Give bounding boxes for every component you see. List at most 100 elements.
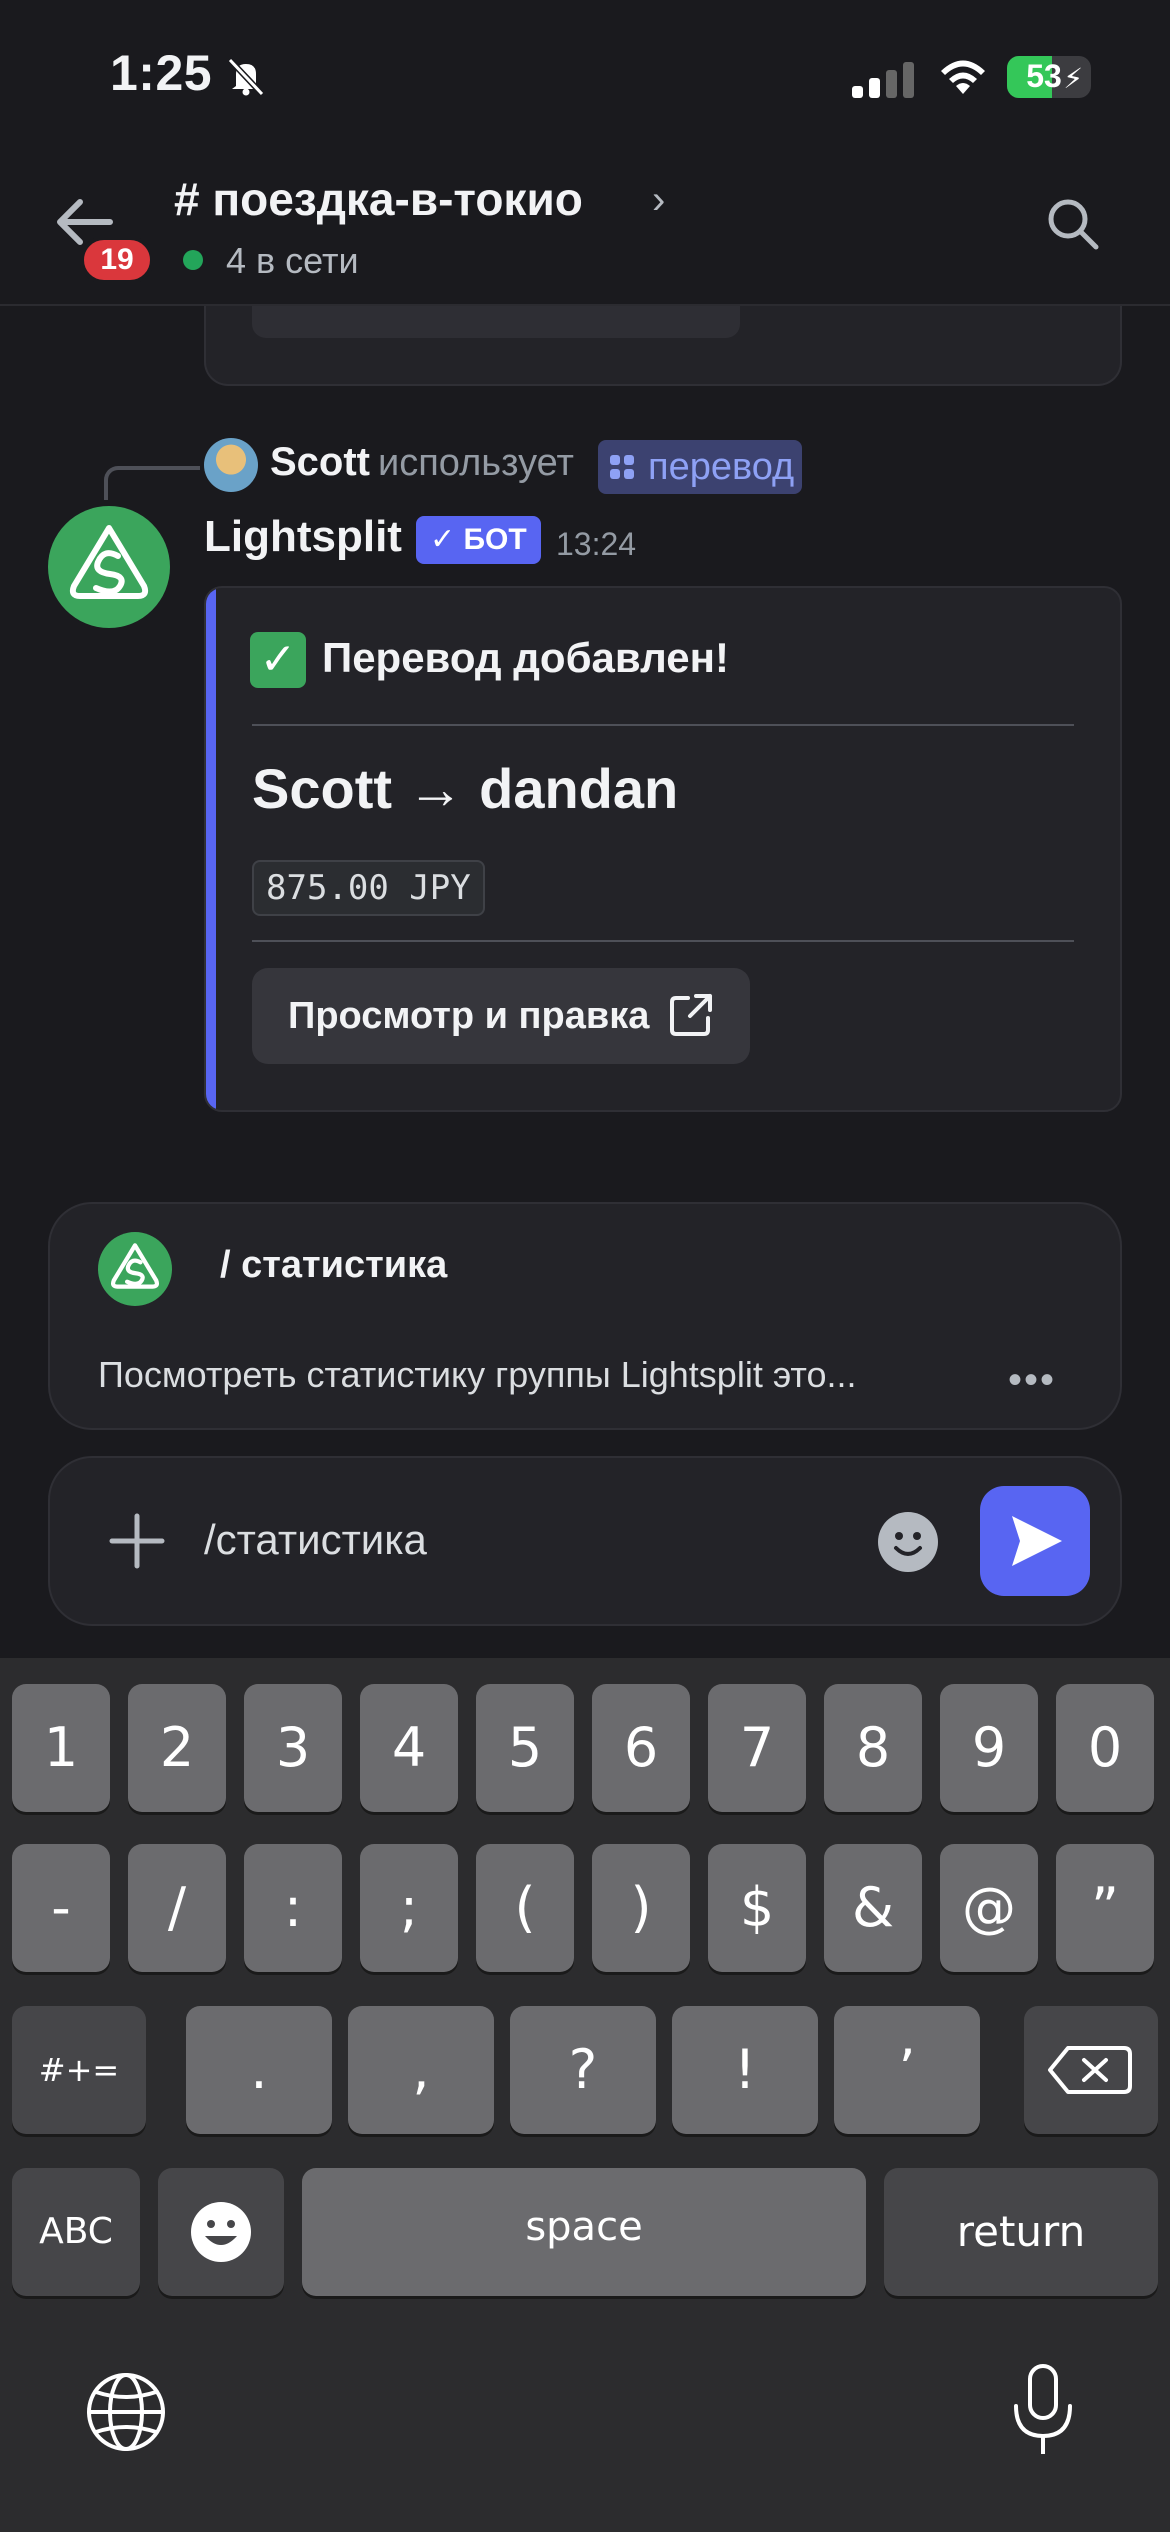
embed-title: ✓ Перевод добавлен!: [250, 632, 729, 688]
online-count: 4 в сети: [226, 240, 359, 281]
key-at[interactable]: @: [940, 1844, 1038, 1972]
backspace-icon: [1048, 2046, 1132, 2094]
space-label: space: [525, 2204, 643, 2250]
key-hyphen[interactable]: -: [12, 1844, 110, 1972]
key-close-paren[interactable]: ): [592, 1844, 690, 1972]
view-edit-button[interactable]: Просмотр и правка: [252, 968, 750, 1064]
command-pill[interactable]: перевод: [598, 440, 803, 494]
key-label: ”: [1091, 1876, 1119, 1939]
key-label: ’: [898, 2038, 916, 2101]
key-label: 5: [507, 1716, 543, 1779]
key-label: /: [167, 1876, 187, 1939]
key-label: 9: [971, 1716, 1007, 1779]
embed-divider: [252, 940, 1074, 942]
key-label: .: [250, 2038, 268, 2101]
channel-title[interactable]: # поездка-в-токио: [174, 172, 583, 226]
return-key[interactable]: return: [884, 2168, 1158, 2296]
key-label: (: [514, 1876, 536, 1939]
online-status-dot: [183, 250, 203, 270]
previous-embed-button[interactable]: [252, 306, 740, 338]
view-edit-label: Просмотр и правка: [288, 995, 650, 1037]
key-8[interactable]: 8: [824, 1684, 922, 1812]
app-command-icon: [610, 455, 634, 479]
key-label: 1: [43, 1716, 79, 1779]
reply-username[interactable]: Scott: [270, 440, 370, 485]
emoji-face-icon: [191, 2202, 251, 2262]
key-label: ,: [412, 2038, 430, 2101]
embed-accent-bar: [206, 588, 216, 1110]
bot-username[interactable]: Lightsplit: [204, 512, 402, 562]
key-label: 2: [159, 1716, 195, 1779]
key-6[interactable]: 6: [592, 1684, 690, 1812]
abc-mode-label: ABC: [39, 2211, 113, 2252]
bot-avatar[interactable]: [48, 506, 170, 628]
chevron-right-icon[interactable]: ›: [652, 178, 665, 223]
key-4[interactable]: 4: [360, 1684, 458, 1812]
silent-bell-icon: [227, 57, 265, 96]
symbols-mode-key[interactable]: #+=: [12, 2006, 146, 2134]
emoji-icon[interactable]: [878, 1512, 938, 1572]
key-slash[interactable]: /: [128, 1844, 226, 1972]
key-period[interactable]: .: [186, 2006, 332, 2134]
message-input[interactable]: /статистика: [204, 1516, 427, 1564]
check-mark-icon: ✓: [250, 632, 306, 688]
reply-connector: [104, 466, 200, 500]
key-quote[interactable]: ”: [1056, 1844, 1154, 1972]
key-label: -: [51, 1876, 71, 1939]
key-label: 8: [855, 1716, 891, 1779]
key-exclamation[interactable]: !: [672, 2006, 818, 2134]
microphone-icon[interactable]: [1006, 2362, 1080, 2458]
suggestion-command[interactable]: / статистика: [220, 1244, 447, 1287]
status-time: 1:25: [110, 45, 213, 101]
key-colon[interactable]: :: [244, 1844, 342, 1972]
globe-icon[interactable]: [84, 2370, 168, 2454]
key-comma[interactable]: ,: [348, 2006, 494, 2134]
external-link-icon: [670, 994, 712, 1036]
return-label: return: [956, 2207, 1086, 2256]
unread-badge: 19: [80, 236, 154, 284]
key-semicolon[interactable]: ;: [360, 1844, 458, 1972]
key-label: :: [283, 1876, 303, 1939]
key-7[interactable]: 7: [708, 1684, 806, 1812]
key-label: ;: [399, 1876, 419, 1939]
symbols-mode-label: #+=: [38, 2051, 120, 2089]
emoji-keyboard-key[interactable]: [158, 2168, 284, 2296]
reply-uses-text: использует: [378, 442, 574, 484]
battery-icon: 53 ⚡: [1007, 56, 1091, 98]
plus-icon[interactable]: [104, 1508, 170, 1574]
key-label: &: [851, 1876, 895, 1939]
search-icon[interactable]: [1044, 195, 1102, 253]
key-1[interactable]: 1: [12, 1684, 110, 1812]
key-open-paren[interactable]: (: [476, 1844, 574, 1972]
key-9[interactable]: 9: [940, 1684, 1038, 1812]
key-label: 3: [275, 1716, 311, 1779]
suggestion-description: Посмотреть статистику группы Lightsplit …: [98, 1354, 857, 1395]
key-5[interactable]: 5: [476, 1684, 574, 1812]
abc-mode-key[interactable]: ABC: [12, 2168, 140, 2296]
key-label: !: [734, 2038, 756, 2101]
cellular-signal-icon: [852, 58, 916, 98]
key-2[interactable]: 2: [128, 1684, 226, 1812]
transfer-amount: 875.00 JPY: [252, 860, 485, 916]
avatar-scott[interactable]: [204, 438, 258, 492]
key-ampersand[interactable]: &: [824, 1844, 922, 1972]
delete-key[interactable]: [1024, 2006, 1158, 2134]
key-label: ): [630, 1876, 652, 1939]
message-timestamp: 13:24: [556, 526, 637, 562]
bot-tag-label: БОТ: [463, 523, 527, 556]
space-key[interactable]: space: [302, 2168, 866, 2296]
key-question[interactable]: ?: [510, 2006, 656, 2134]
more-options-icon[interactable]: •••: [1008, 1358, 1056, 1403]
key-3[interactable]: 3: [244, 1684, 342, 1812]
key-label: @: [962, 1876, 1016, 1939]
key-0[interactable]: 0: [1056, 1684, 1154, 1812]
key-apostrophe[interactable]: ’: [834, 2006, 980, 2134]
key-label: 6: [623, 1716, 659, 1779]
ios-keyboard: 1 2 3 4 5 6 7 8 9 0 - /:; () $ & @ ” .,?! ’ #+= ABC spac…: [0, 1658, 1170, 2532]
key-dollar[interactable]: $: [708, 1844, 806, 1972]
command-name: перевод: [648, 446, 795, 488]
send-button[interactable]: [980, 1486, 1090, 1596]
send-icon: [1012, 1516, 1062, 1566]
key-label: $: [739, 1876, 775, 1939]
key-label: ?: [568, 2038, 598, 2101]
